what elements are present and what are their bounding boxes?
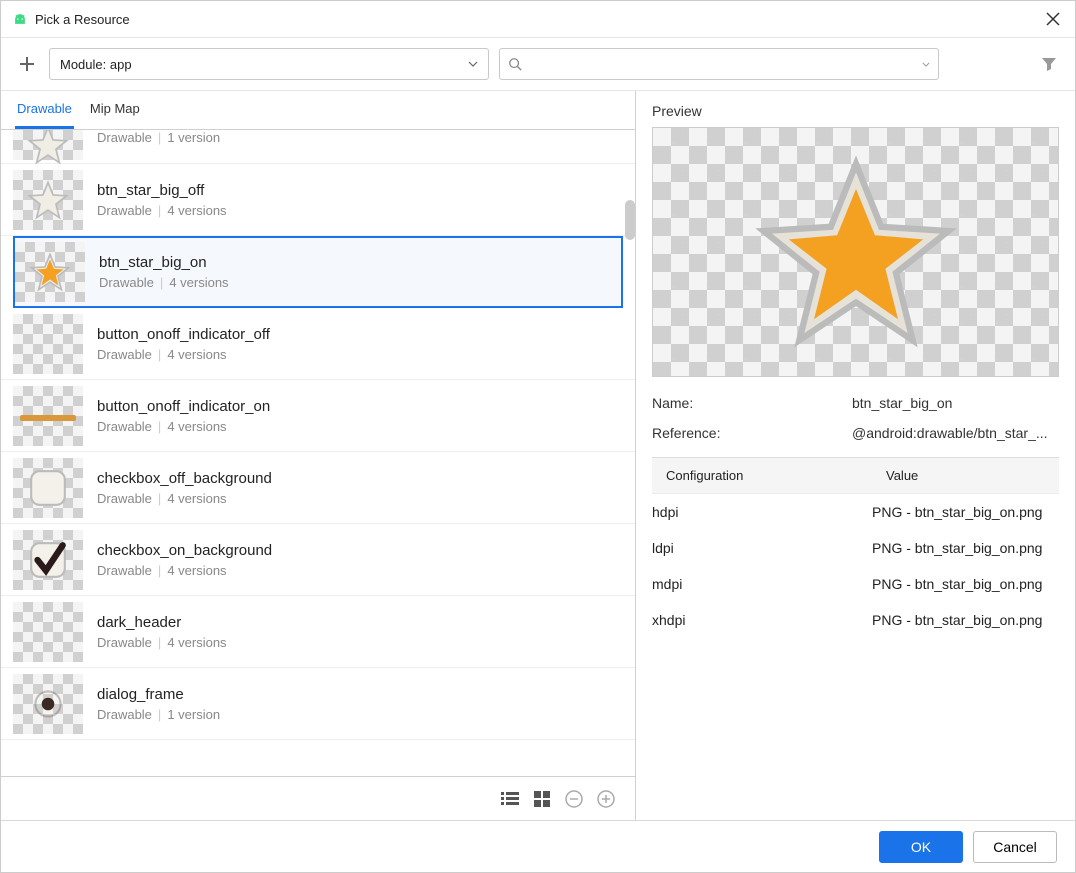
tabs: Drawable Mip Map (1, 91, 635, 130)
thumbnail (13, 314, 83, 374)
list-footer (1, 776, 635, 820)
chevron-down-icon (922, 62, 930, 67)
item-subtitle: Drawable|4 versions (99, 275, 229, 290)
list-item[interactable]: btn_star_big_on Drawable|4 versions (13, 236, 623, 308)
config-value: PNG - btn_star_big_on.png (872, 576, 1059, 592)
config-name: hdpi (652, 504, 872, 520)
thumbnail (13, 530, 83, 590)
config-row[interactable]: hdpiPNG - btn_star_big_on.png (652, 494, 1059, 530)
search-input[interactable] (528, 56, 916, 73)
tab-mipmap[interactable]: Mip Map (88, 97, 142, 129)
name-value: btn_star_big_on (852, 395, 1059, 411)
toolbar: Module: app (1, 38, 1075, 91)
list-item[interactable]: btn_star_big_off Drawable|4 versions (1, 164, 635, 236)
zoom-out-icon[interactable] (563, 788, 585, 810)
search-box[interactable] (499, 48, 939, 80)
tab-drawable[interactable]: Drawable (15, 97, 74, 129)
view-list-icon[interactable] (499, 788, 521, 810)
thumbnail (13, 386, 83, 446)
configuration-table: Configuration Value hdpiPNG - btn_star_b… (652, 457, 1059, 638)
thumbnail (13, 130, 83, 160)
config-row[interactable]: ldpiPNG - btn_star_big_on.png (652, 530, 1059, 566)
config-name: ldpi (652, 540, 872, 556)
item-name: button_onoff_indicator_on (97, 398, 270, 415)
list-item[interactable]: button_onoff_indicator_off Drawable|4 ver… (1, 308, 635, 380)
search-icon (508, 57, 522, 71)
add-button[interactable] (15, 52, 39, 76)
thumbnail (13, 602, 83, 662)
item-subtitle: Drawable|4 versions (97, 491, 272, 506)
item-name: button_onoff_indicator_off (97, 326, 270, 343)
item-subtitle: Drawable|4 versions (97, 635, 227, 650)
list-item[interactable]: Drawable|1 version (1, 130, 635, 164)
item-subtitle: Drawable|4 versions (97, 419, 270, 434)
list-item[interactable]: checkbox_off_background Drawable|4 versio… (1, 452, 635, 524)
titlebar: Pick a Resource (1, 1, 1075, 38)
resource-list[interactable]: Drawable|1 version btn_star_big_off Drawab… (1, 130, 635, 776)
filter-button[interactable] (1037, 52, 1061, 76)
item-name: btn_star_big_off (97, 182, 227, 199)
item-subtitle: Drawable|4 versions (97, 347, 270, 362)
config-name: mdpi (652, 576, 872, 592)
view-grid-icon[interactable] (531, 788, 553, 810)
item-name: btn_star_big_on (99, 254, 229, 271)
module-dropdown-label: Module: app (60, 57, 132, 72)
preview-pane: Preview Name: btn_star_big_on Reference:… (636, 91, 1075, 820)
list-item[interactable]: checkbox_on_background Drawable|4 version… (1, 524, 635, 596)
item-subtitle: Drawable|1 version (97, 130, 220, 145)
item-name: dialog_frame (97, 686, 220, 703)
config-header-configuration: Configuration (666, 468, 886, 483)
dialog-buttons: OK Cancel (1, 820, 1075, 872)
preview-header: Preview (652, 103, 1059, 119)
list-item[interactable]: dialog_frame Drawable|1 version (1, 668, 635, 740)
config-value: PNG - btn_star_big_on.png (872, 540, 1059, 556)
ok-button[interactable]: OK (879, 831, 963, 863)
cancel-button[interactable]: Cancel (973, 831, 1057, 863)
dialog-title: Pick a Resource (35, 12, 130, 27)
zoom-in-icon[interactable] (595, 788, 617, 810)
config-row[interactable]: xhdpiPNG - btn_star_big_on.png (652, 602, 1059, 638)
android-icon (11, 10, 29, 28)
config-value: PNG - btn_star_big_on.png (872, 504, 1059, 520)
item-subtitle: Drawable|4 versions (97, 203, 227, 218)
item-subtitle: Drawable|1 version (97, 707, 220, 722)
config-header-value: Value (886, 468, 1045, 483)
resource-list-pane: Drawable Mip Map Drawable|1 version btn_s… (1, 91, 636, 820)
thumbnail (13, 458, 83, 518)
config-name: xhdpi (652, 612, 872, 628)
item-name: dark_header (97, 614, 227, 631)
list-item[interactable]: button_onoff_indicator_on Drawable|4 vers… (1, 380, 635, 452)
config-row[interactable]: mdpiPNG - btn_star_big_on.png (652, 566, 1059, 602)
list-item[interactable]: dark_header Drawable|4 versions (1, 596, 635, 668)
close-button[interactable] (1041, 7, 1065, 31)
item-subtitle: Drawable|4 versions (97, 563, 272, 578)
thumbnail (15, 242, 85, 302)
thumbnail (13, 674, 83, 734)
reference-value: @android:drawable/btn_star_... (852, 425, 1059, 441)
chevron-down-icon (468, 61, 478, 67)
module-dropdown[interactable]: Module: app (49, 48, 489, 80)
preview-image (652, 127, 1059, 377)
scrollbar-thumb[interactable] (625, 200, 635, 240)
dialog-window: Pick a Resource Module: app (0, 0, 1076, 873)
reference-label: Reference: (652, 425, 852, 441)
config-value: PNG - btn_star_big_on.png (872, 612, 1059, 628)
item-name: checkbox_off_background (97, 470, 272, 487)
thumbnail (13, 170, 83, 230)
item-name: checkbox_on_background (97, 542, 272, 559)
name-label: Name: (652, 395, 852, 411)
